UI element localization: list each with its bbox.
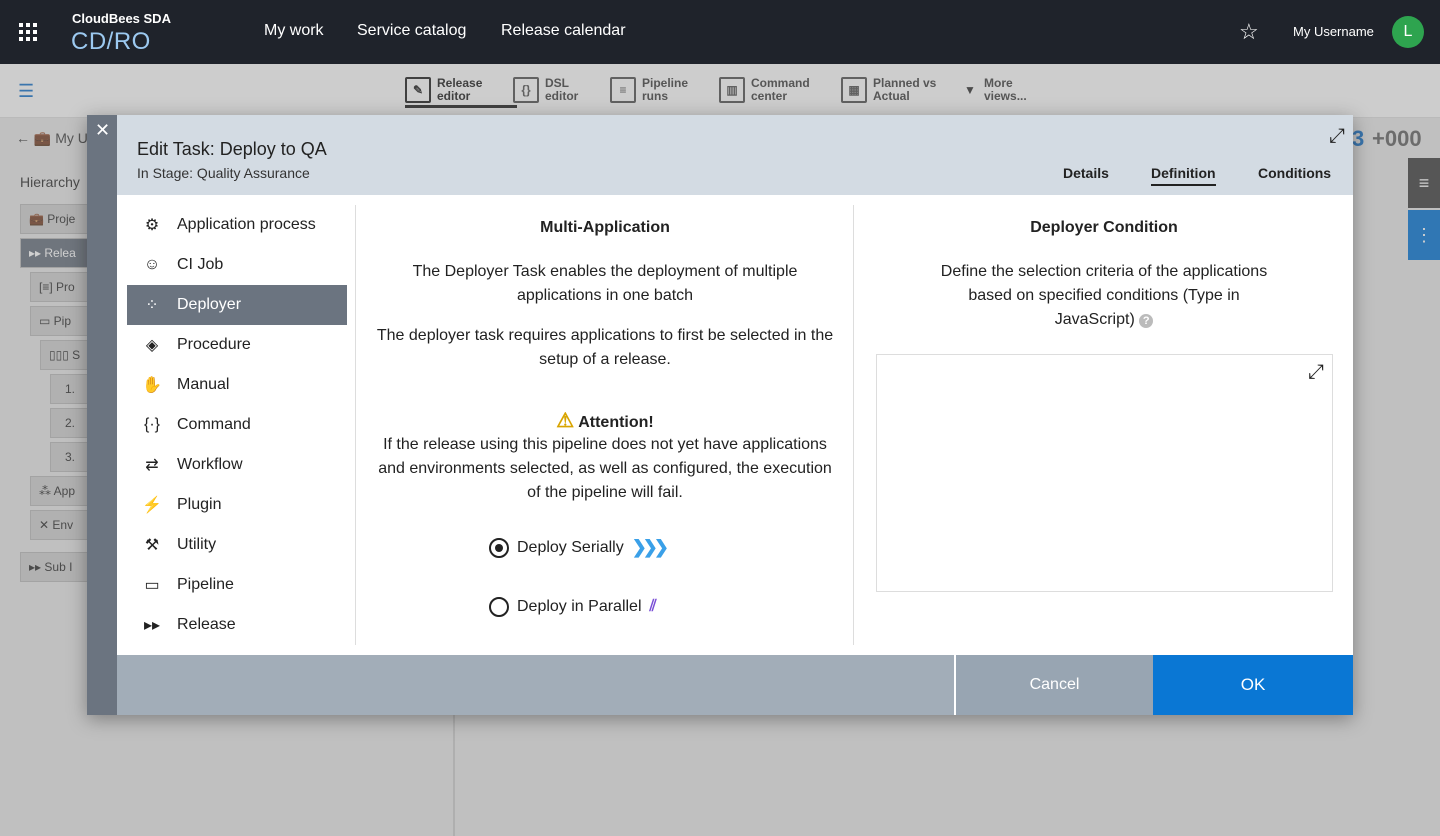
radio-label: Deploy Serially [517,538,624,556]
procedure-icon: ◈ [145,337,159,354]
description-text: The deployer task requires applications … [376,327,834,368]
dialog-footer: Cancel OK [117,655,1353,715]
nav-my-work[interactable]: My work [264,22,324,40]
command-icon: {·} [143,416,160,433]
task-type-application-process[interactable]: ⚙ Application process [127,205,347,245]
workflow-icon: ⇄ [145,457,159,474]
dialog-side-strip: ✕ [87,115,117,715]
section-heading: Multi-Application [540,219,670,236]
expand-editor-icon[interactable]: ⤢ [1308,361,1324,384]
gear-icon: ⚙ [144,217,160,234]
serial-arrows-icon: ❯❯❯ [631,537,669,557]
release-icon: ▸▸ [143,617,161,634]
plug-icon: ⚡ [142,497,162,514]
cancel-button[interactable]: Cancel [954,655,1153,715]
nav-release-calendar[interactable]: Release calendar [501,22,626,40]
task-type-pipeline[interactable]: ▭ Pipeline [127,565,347,605]
section-heading: Deployer Condition [1030,219,1178,236]
brand-subtitle: CloudBees SDA [72,11,171,26]
deployer-condition-panel: Deployer Condition Define the selection … [855,215,1353,332]
task-type-manual[interactable]: ✋ Manual [127,365,347,405]
tab-conditions[interactable]: Conditions [1258,165,1331,184]
dialog-header: Edit Task: Deploy to QA In Stage: Qualit… [117,115,1353,195]
deploy-parallel-option[interactable]: Deploy in Parallel ⫽ [489,597,657,617]
task-type-deployer[interactable]: ⁘ Deployer [127,285,347,325]
ci-job-icon: ☺ [143,256,161,273]
edit-task-dialog: ✕ Edit Task: Deploy to QA In Stage: Qual… [87,115,1353,715]
task-type-command[interactable]: {·} Command [127,405,347,445]
task-type-release[interactable]: ▸▸ Release [127,605,347,645]
description-text: The Deployer Task enables the deployment… [412,263,798,304]
username[interactable]: My Username [1293,24,1374,39]
task-type-plugin[interactable]: ⚡ Plugin [127,485,347,525]
attention-text: If the release using this pipeline does … [378,436,832,501]
tab-definition[interactable]: Definition [1151,165,1216,186]
condition-code-editor[interactable]: ⤢ [876,354,1333,592]
hand-icon: ✋ [142,377,162,394]
task-type-procedure[interactable]: ◈ Procedure [127,325,347,365]
tab-details[interactable]: Details [1063,165,1109,184]
expand-icon[interactable]: ⤢ [1329,125,1345,148]
parallel-icon: ⫽ [649,598,657,615]
deploy-serially-option[interactable]: Deploy Serially ❯❯❯ [489,537,669,558]
help-icon[interactable]: ? [1139,314,1154,328]
close-icon[interactable]: ✕ [95,120,110,141]
tools-icon: ⚒ [144,537,160,554]
app-grid-icon[interactable] [19,23,37,41]
column-divider [853,205,854,645]
multi-application-panel: Multi-Application The Deployer Task enab… [357,215,853,505]
star-icon[interactable]: ☆ [1239,19,1259,45]
attention-heading: ⚠ Attention! [556,410,654,432]
dialog-title: Edit Task: Deploy to QA [137,139,327,159]
task-type-workflow[interactable]: ⇄ Workflow [127,445,347,485]
radio-label: Deploy in Parallel [517,598,642,615]
radio-button[interactable] [489,597,509,617]
nav-service-catalog[interactable]: Service catalog [357,22,466,40]
task-type-utility[interactable]: ⚒ Utility [127,525,347,565]
task-type-ci-job[interactable]: ☺ CI Job [127,245,347,285]
task-type-list: ⚙ Application process ☺ CI Job ⁘ Deployer ◈… [127,205,347,645]
dialog-subtitle: In Stage: Quality Assurance [137,165,310,181]
top-bar: CloudBees SDA CD/RO My work Service cata… [0,0,1440,64]
ok-button[interactable]: OK [1153,655,1353,715]
warning-icon: ⚠ [556,410,575,432]
radio-button[interactable] [489,537,509,558]
deployer-icon: ⁘ [145,297,159,314]
column-divider [355,205,356,645]
avatar[interactable]: L [1392,16,1424,48]
pipeline-icon: ▭ [144,577,160,594]
condition-description: Define the selection criteria of the app… [940,263,1268,328]
brand-logo[interactable]: CD/RO [71,28,151,56]
